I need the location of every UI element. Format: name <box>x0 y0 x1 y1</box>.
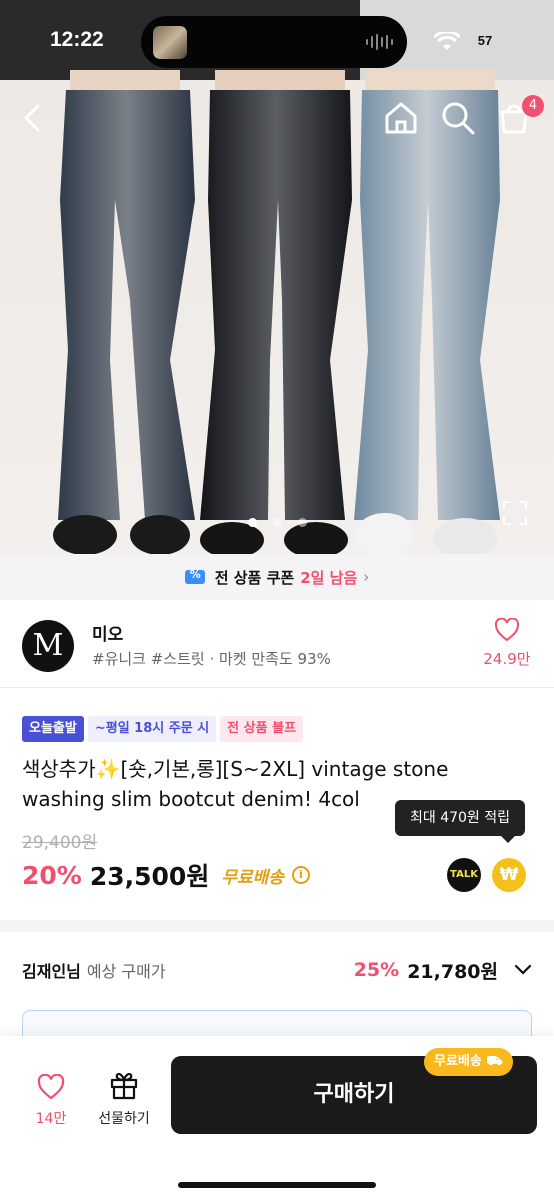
like-button[interactable]: 14만 <box>26 1073 76 1128</box>
home-indicator <box>178 1182 376 1188</box>
battery-indicator: 57 <box>468 31 502 51</box>
expected-price-row[interactable]: 김재인님 예상 구매가 25% 21,780원 <box>22 954 532 986</box>
chevron-down-icon[interactable] <box>514 964 532 976</box>
coupon-icon <box>184 568 205 584</box>
gift-button[interactable]: 선물하기 <box>92 1070 156 1128</box>
expected-discount: 25% <box>353 959 400 981</box>
status-bar: 12:22 57 <box>0 0 554 80</box>
coupon-deadline: 2일 남음 <box>300 568 358 587</box>
product-photo <box>0 0 554 554</box>
free-shipping-badge-label: 무료배송 <box>434 1054 482 1069</box>
seller-like-button[interactable]: 24.9만 <box>482 617 532 669</box>
expected-price-label: 예상 구매가 <box>86 962 166 981</box>
original-price: 29,400원 <box>22 833 98 853</box>
price-row: 20% 23,500원 무료배송 i <box>22 856 310 894</box>
seller-like-count: 24.9만 <box>483 650 531 668</box>
page-dot <box>298 518 307 527</box>
heart-icon <box>37 1073 65 1100</box>
seller-section[interactable]: M 미오 #유니크 #스트릿 · 마켓 만족도 93% 24.9만 <box>0 600 554 688</box>
seller-name: 미오 <box>92 625 124 645</box>
gift-label: 선물하기 <box>98 1111 150 1127</box>
expected-price-value: 25% 21,780원 <box>354 957 532 984</box>
coupon-text: 전 상품 쿠폰 <box>214 568 295 587</box>
points-button[interactable]: ₩ <box>492 858 526 892</box>
bottom-action-bar: 14만 선물하기 구매하기 무료배송 ⛟ <box>0 1036 554 1200</box>
truck-icon: ⛟ <box>486 1054 503 1069</box>
dynamic-island <box>141 16 407 68</box>
heart-icon <box>494 617 520 642</box>
expected-price: 21,780원 <box>407 960 498 983</box>
like-count: 14만 <box>35 1111 67 1127</box>
seller-logo: M <box>22 620 74 672</box>
tag-order-deadline: ~평일 18시 주문 시 <box>87 716 217 742</box>
points-tooltip: 최대 470원 적립 <box>395 800 525 843</box>
search-icon[interactable] <box>440 100 476 136</box>
status-time: 12:22 <box>50 28 104 51</box>
discount-rate: 20% <box>22 860 82 890</box>
sale-price: 23,500원 <box>89 862 210 891</box>
section-divider <box>0 920 554 932</box>
gift-icon <box>110 1072 138 1100</box>
page-dot-active <box>248 518 257 527</box>
tag-black-friday: 전 상품 블프 <box>220 716 304 742</box>
back-icon[interactable] <box>16 100 52 136</box>
talk-chat-button[interactable]: TALK <box>447 858 481 892</box>
page-dot <box>273 518 282 527</box>
coupon-banner[interactable]: 전 상품 쿠폰 2일 남음 › <box>0 554 554 600</box>
member-name: 김재인님 <box>22 962 81 981</box>
gallery-pagination <box>246 516 310 528</box>
seller-tags: #유니크 #스트릿 · 마켓 만족도 93% <box>92 650 331 668</box>
product-tags: 오늘출발 ~평일 18시 주문 시 전 상품 블프 <box>22 716 304 742</box>
tag-today-shipping: 오늘출발 <box>22 716 84 742</box>
info-icon[interactable]: i <box>291 866 310 884</box>
now-playing-thumbnail <box>153 26 187 59</box>
free-shipping-badge: 무료배송 ⛟ <box>424 1048 513 1076</box>
chevron-right-icon: › <box>363 568 370 586</box>
wifi-icon <box>434 32 460 50</box>
cart-count-badge: 4 <box>522 95 544 117</box>
home-icon[interactable] <box>383 100 419 136</box>
audio-wave-icon <box>366 34 393 50</box>
free-shipping-label: 무료배송 <box>221 867 284 888</box>
expand-icon[interactable] <box>502 500 528 526</box>
product-image-gallery[interactable]: 12:22 57 4 <box>0 0 554 554</box>
